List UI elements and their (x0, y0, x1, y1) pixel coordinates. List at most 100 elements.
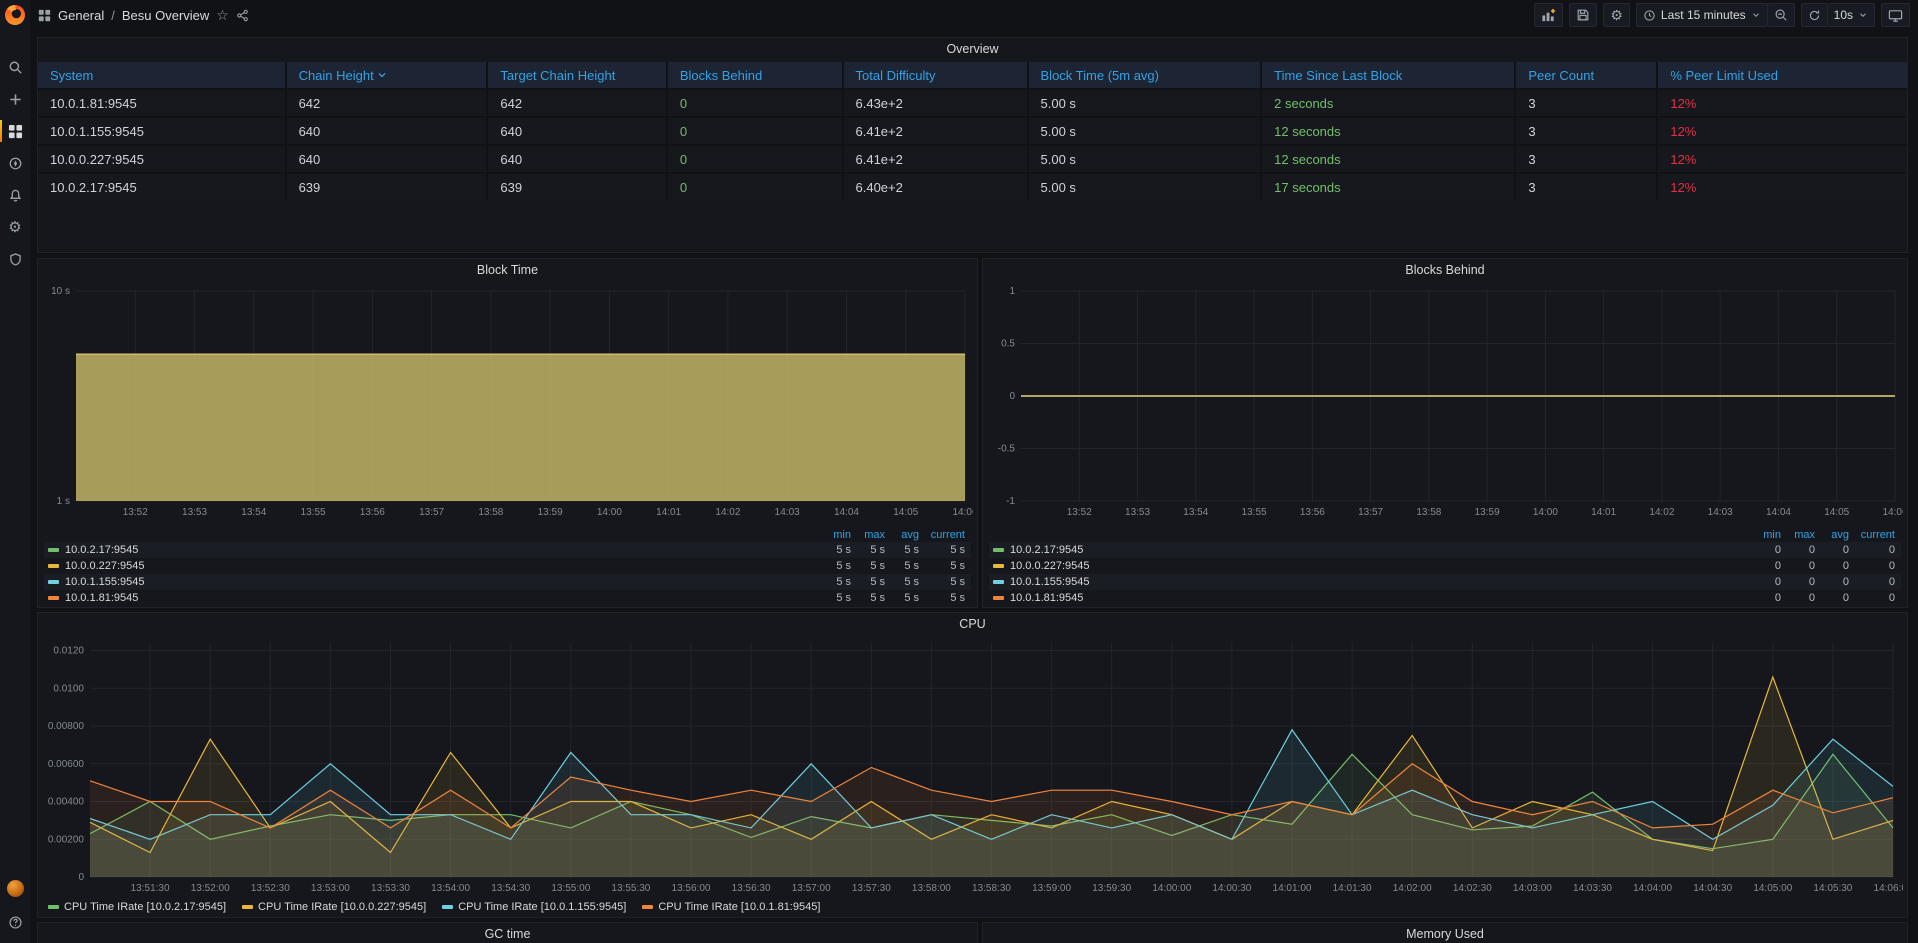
series-stat-value: 0 (1781, 592, 1815, 604)
panel-title[interactable]: Block Time (38, 259, 977, 281)
zoom-out-button[interactable] (1768, 3, 1795, 27)
series-color-swatch (993, 564, 1004, 568)
svg-text:14:01:30: 14:01:30 (1333, 883, 1372, 894)
legend-item[interactable]: CPU Time IRate [10.0.1.81:9545] (642, 901, 820, 913)
legend-series-row[interactable]: 10.0.0.227:95455 s5 s5 s5 s (44, 558, 971, 574)
legend-series-row[interactable]: 10.0.1.155:95450000 (989, 574, 1901, 590)
svg-text:0: 0 (78, 872, 84, 883)
panel-memory-used: Memory Used (982, 922, 1908, 943)
legend-stat-current[interactable]: current (919, 529, 971, 541)
user-avatar[interactable] (7, 880, 24, 897)
table-row: 10.0.0.227:954564064006.41e+25.00 s12 se… (38, 144, 1907, 172)
panel-title[interactable]: Blocks Behind (983, 259, 1907, 281)
legend-series-row[interactable]: 10.0.2.17:95455 s5 s5 s5 s (44, 542, 971, 558)
legend-series-row[interactable]: 10.0.0.227:95450000 (989, 558, 1901, 574)
blocks-behind-chart[interactable]: 13:5213:5313:5413:5513:5613:5713:5813:59… (987, 281, 1903, 523)
add-panel-button[interactable] (1534, 3, 1563, 27)
column-header-block-time[interactable]: Block Time (5m avg) (1029, 62, 1263, 88)
legend-series-row[interactable]: 10.0.1.81:95450000 (989, 590, 1901, 606)
kiosk-mode-button[interactable] (1881, 3, 1910, 27)
legend-item[interactable]: CPU Time IRate [10.0.0.227:9545] (242, 901, 426, 913)
grafana-logo[interactable] (3, 3, 27, 27)
sidebar-item-server-admin[interactable] (0, 246, 30, 272)
column-header-target-chain-height[interactable]: Target Chain Height (488, 62, 667, 88)
panel-title[interactable]: GC time (38, 923, 977, 943)
sidebar-item-search[interactable] (0, 54, 30, 80)
cell-blocks-behind: 0 (668, 118, 844, 144)
series-stat-value: 5 s (817, 560, 851, 572)
breadcrumb: General / Besu Overview ☆ (38, 7, 249, 24)
sort-desc-icon (378, 71, 386, 79)
block-time-plot: 13:5213:5313:5413:5513:5613:5713:5813:59… (42, 281, 973, 523)
cell-peer-limit-used: 12% (1658, 118, 1907, 144)
legend-stats-header: minmaxavgcurrent (44, 527, 971, 542)
sidebar-item-configuration[interactable]: ⚙ (0, 214, 30, 240)
svg-text:13:55:00: 13:55:00 (551, 883, 590, 894)
dashboard-settings-button[interactable]: ⚙ (1603, 3, 1630, 27)
legend-stats-header: minmaxavgcurrent (989, 527, 1901, 542)
svg-text:13:59:00: 13:59:00 (1032, 883, 1071, 894)
series-color-swatch (242, 905, 253, 909)
svg-text:14:02:00: 14:02:00 (1393, 883, 1432, 894)
legend-series-row[interactable]: 10.0.1.155:95455 s5 s5 s5 s (44, 574, 971, 590)
legend-stat-avg[interactable]: avg (1815, 529, 1849, 541)
svg-text:13:56: 13:56 (1300, 507, 1325, 518)
legend-item[interactable]: CPU Time IRate [10.0.1.155:9545] (442, 901, 626, 913)
refresh-button[interactable] (1801, 3, 1828, 27)
panel-title[interactable]: CPU (38, 613, 1907, 635)
legend-series-row[interactable]: 10.0.2.17:95450000 (989, 542, 1901, 558)
cell-peer-count: 3 (1516, 146, 1658, 172)
svg-text:14:03: 14:03 (1708, 507, 1733, 518)
bell-icon (8, 188, 23, 203)
column-header-system[interactable]: System (38, 62, 287, 88)
sidebar-item-help[interactable] (0, 909, 30, 935)
block-time-chart[interactable]: 13:5213:5313:5413:5513:5613:5713:5813:59… (42, 281, 973, 523)
cpu-chart[interactable]: 13:51:3013:52:0013:52:3013:53:0013:53:30… (42, 635, 1903, 899)
svg-text:14:05:00: 14:05:00 (1753, 883, 1792, 894)
refresh-group: 10s (1801, 3, 1875, 27)
column-header-peer-limit-used[interactable]: % Peer Limit Used (1658, 62, 1907, 88)
sidebar-item-dashboards[interactable] (0, 118, 30, 144)
legend-stat-avg[interactable]: avg (885, 529, 919, 541)
column-header-total-difficulty[interactable]: Total Difficulty (844, 62, 1029, 88)
refresh-interval-picker[interactable]: 10s (1828, 3, 1875, 27)
legend-stat-max[interactable]: max (1781, 529, 1815, 541)
cell-block-time: 5.00 s (1029, 90, 1263, 116)
series-stat-value: 0 (1747, 576, 1781, 588)
legend-series-row[interactable]: 10.0.1.81:95455 s5 s5 s5 s (44, 590, 971, 606)
series-stat-value: 5 s (817, 544, 851, 556)
series-stat-value: 5 s (817, 576, 851, 588)
save-dashboard-button[interactable] (1569, 3, 1597, 27)
series-name: 10.0.1.81:9545 (1010, 592, 1083, 604)
series-name: 10.0.0.227:9545 (65, 560, 145, 572)
series-stat-value: 5 s (851, 544, 885, 556)
legend-stat-min[interactable]: min (1747, 529, 1781, 541)
svg-text:13:54:30: 13:54:30 (491, 883, 530, 894)
legend-stat-current[interactable]: current (1849, 529, 1901, 541)
breadcrumb-folder[interactable]: General (58, 8, 104, 23)
share-icon[interactable] (236, 9, 249, 22)
column-header-time-since-last-block[interactable]: Time Since Last Block (1262, 62, 1516, 88)
series-stat-value: 5 s (919, 592, 971, 604)
column-header-peer-count[interactable]: Peer Count (1516, 62, 1658, 88)
series-color-swatch (48, 905, 59, 909)
svg-text:14:03: 14:03 (775, 507, 800, 518)
panel-title[interactable]: Memory Used (983, 923, 1907, 943)
sidebar-item-alerting[interactable] (0, 182, 30, 208)
cpu-legend: CPU Time IRate [10.0.2.17:9545] CPU Time … (48, 899, 820, 915)
legend-stat-max[interactable]: max (851, 529, 885, 541)
svg-text:13:54: 13:54 (241, 507, 266, 518)
star-icon[interactable]: ☆ (216, 7, 229, 24)
sidebar-item-explore[interactable] (0, 150, 30, 176)
column-header-chain-height[interactable]: Chain Height (287, 62, 489, 88)
time-range-picker[interactable]: Last 15 minutes (1636, 3, 1768, 27)
plus-icon (8, 92, 23, 107)
column-header-blocks-behind[interactable]: Blocks Behind (668, 62, 844, 88)
breadcrumb-dashboard-title: Besu Overview (122, 8, 209, 23)
panel-title[interactable]: Overview (38, 38, 1907, 60)
sidebar-item-add[interactable] (0, 86, 30, 112)
legend-stat-min[interactable]: min (817, 529, 851, 541)
legend-item[interactable]: CPU Time IRate [10.0.2.17:9545] (48, 901, 226, 913)
svg-text:14:02: 14:02 (1649, 507, 1674, 518)
cell-peer-limit-used: 12% (1658, 146, 1907, 172)
